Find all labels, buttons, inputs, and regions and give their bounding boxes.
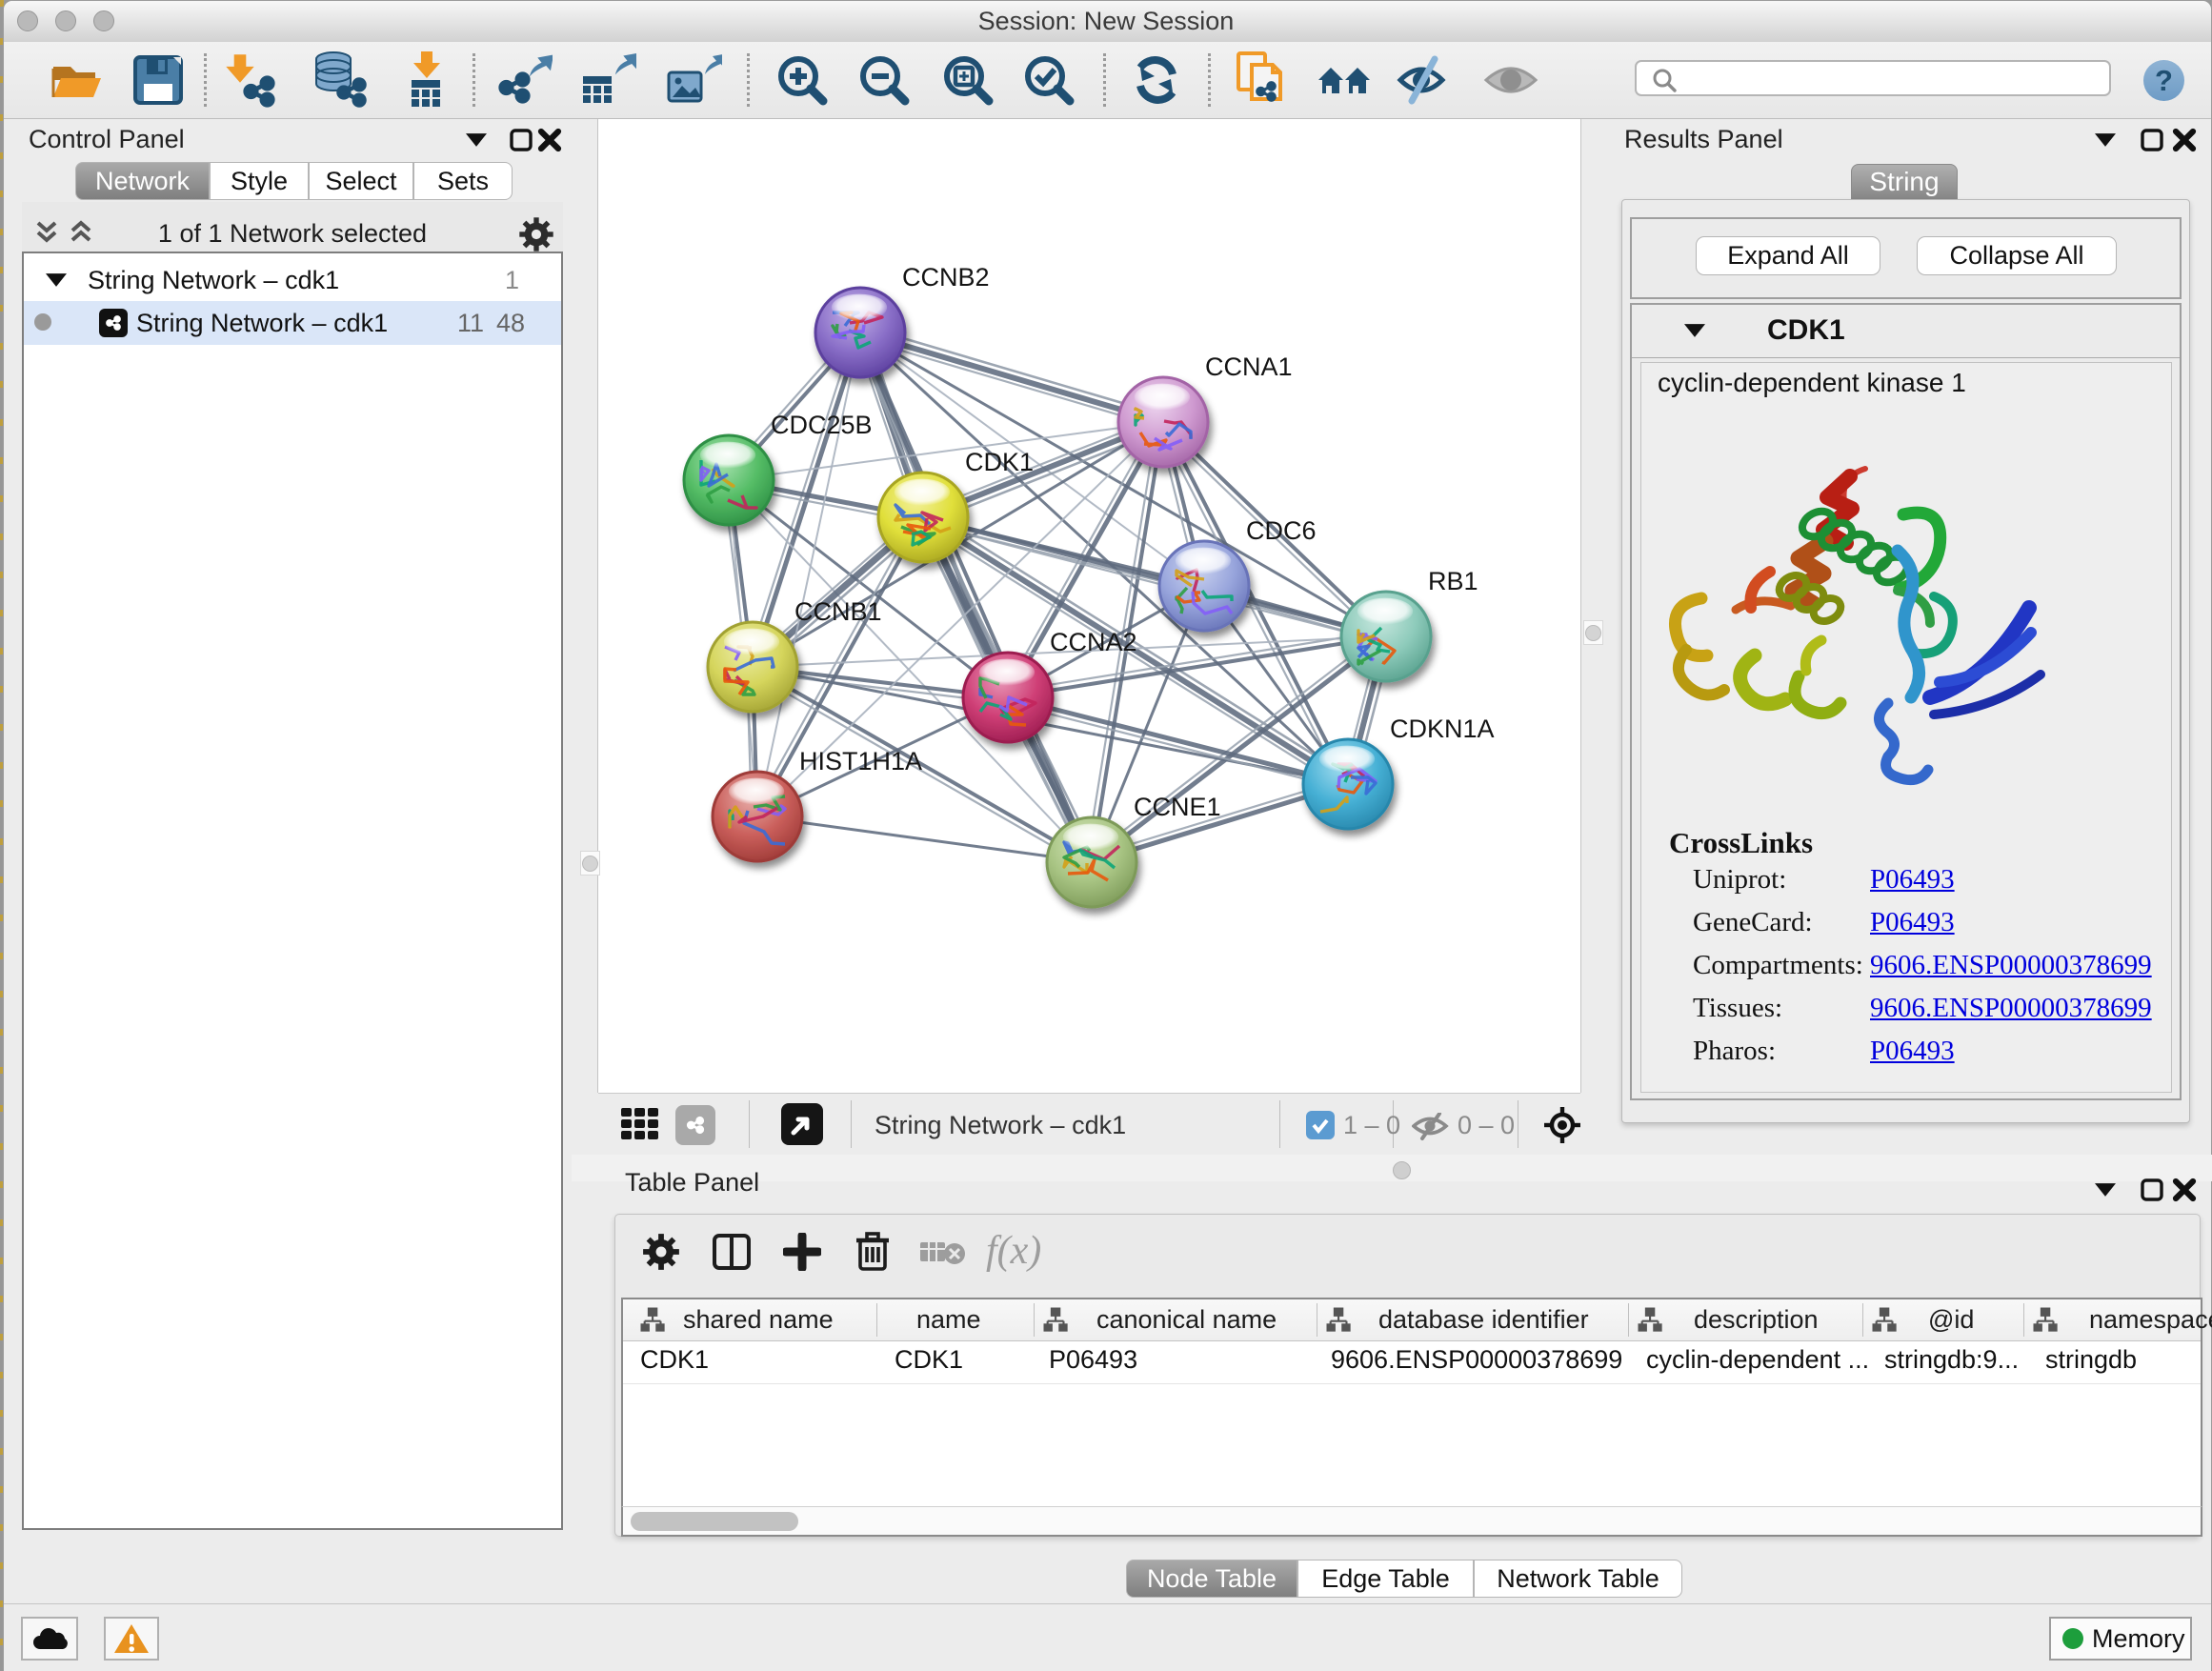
svg-text:CDK1: CDK1 (965, 448, 1034, 476)
svg-text:CDC25B: CDC25B (771, 411, 873, 439)
svg-text:CCNE1: CCNE1 (1134, 793, 1221, 821)
svg-text:RB1: RB1 (1428, 567, 1478, 595)
svg-text:HIST1H1A: HIST1H1A (799, 747, 922, 775)
svg-text:CCNB2: CCNB2 (902, 263, 990, 292)
svg-text:CDC6: CDC6 (1246, 516, 1317, 545)
svg-text:CCNA1: CCNA1 (1205, 352, 1293, 381)
svg-text:CCNA2: CCNA2 (1050, 628, 1137, 656)
svg-text:CCNB1: CCNB1 (794, 597, 882, 626)
svg-text:CDKN1A: CDKN1A (1390, 715, 1495, 743)
